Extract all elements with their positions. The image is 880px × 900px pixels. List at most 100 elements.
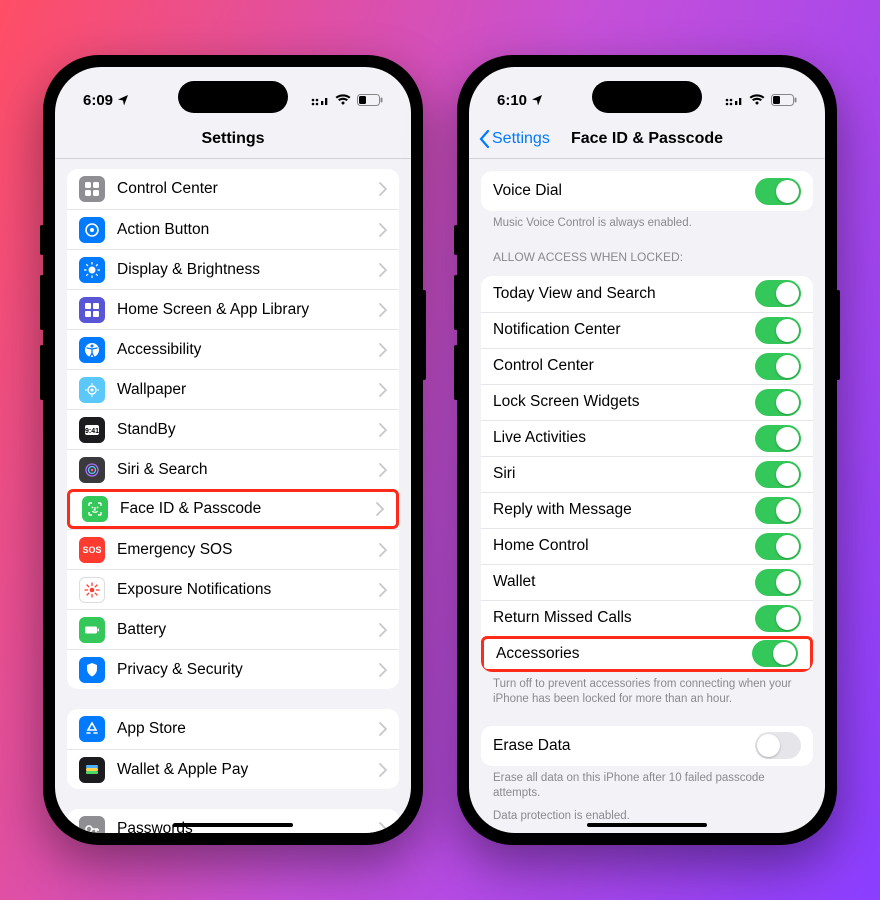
- toggle-switch[interactable]: [755, 353, 801, 380]
- settings-row-wallet-apple-pay[interactable]: Wallet & Apple Pay: [67, 749, 399, 789]
- settings-row-action-button[interactable]: Action Button: [67, 209, 399, 249]
- cellular-icon: [725, 94, 743, 106]
- appstore-icon: [79, 716, 105, 742]
- toggle-label: Wallet: [493, 573, 755, 591]
- navbar: Settings Face ID & Passcode: [469, 119, 825, 159]
- toggle-row-home-control: Home Control: [481, 528, 813, 564]
- chevron-right-icon: [379, 543, 387, 557]
- chevron-right-icon: [379, 263, 387, 277]
- row-label: Wallet & Apple Pay: [117, 761, 375, 779]
- chevron-right-icon: [376, 502, 384, 516]
- settings-row-display-brightness[interactable]: Display & Brightness: [67, 249, 399, 289]
- action-button-icon: [79, 217, 105, 243]
- display-icon: [79, 257, 105, 283]
- settings-row-accessibility[interactable]: Accessibility: [67, 329, 399, 369]
- settings-row-exposure-notifications[interactable]: Exposure Notifications: [67, 569, 399, 609]
- toggle-switch[interactable]: [755, 280, 801, 307]
- cellular-icon: [311, 94, 329, 106]
- chevron-right-icon: [379, 423, 387, 437]
- toggle-row-today-view-and-search: Today View and Search: [481, 276, 813, 312]
- row-label: App Store: [117, 720, 375, 738]
- status-time: 6:10: [497, 92, 527, 109]
- allow-access-group: Today View and Search Notification Center…: [481, 276, 813, 672]
- chevron-right-icon: [379, 343, 387, 357]
- settings-row-home-screen-app-library[interactable]: Home Screen & App Library: [67, 289, 399, 329]
- allow-access-header: ALLOW ACCESS WHEN LOCKED:: [469, 244, 825, 266]
- toggle-switch[interactable]: [755, 497, 801, 524]
- toggle-switch[interactable]: [755, 569, 801, 596]
- settings-row-standby[interactable]: 9:41StandBy: [67, 409, 399, 449]
- passwords-icon: [79, 816, 105, 833]
- toggle-switch[interactable]: [755, 389, 801, 416]
- battery-icon: [79, 617, 105, 643]
- back-button[interactable]: Settings: [479, 130, 550, 148]
- toggle-switch[interactable]: [752, 640, 798, 667]
- toggle-label: Today View and Search: [493, 285, 755, 303]
- page-title: Settings: [201, 130, 264, 148]
- voice-dial-toggle[interactable]: [755, 178, 801, 205]
- settings-row-face-id-passcode[interactable]: Face ID & Passcode: [67, 489, 399, 529]
- location-icon: [531, 94, 543, 106]
- row-label: Siri & Search: [117, 461, 375, 479]
- toggle-label: Lock Screen Widgets: [493, 393, 755, 411]
- wallpaper-icon: [79, 377, 105, 403]
- chevron-right-icon: [379, 763, 387, 777]
- toggle-label: Accessories: [496, 645, 752, 663]
- toggle-row-lock-screen-widgets: Lock Screen Widgets: [481, 384, 813, 420]
- dynamic-island: [592, 81, 702, 113]
- settings-row-battery[interactable]: Battery: [67, 609, 399, 649]
- chevron-right-icon: [379, 182, 387, 196]
- toggle-row-live-activities: Live Activities: [481, 420, 813, 456]
- chevron-right-icon: [379, 722, 387, 736]
- toggle-switch[interactable]: [755, 533, 801, 560]
- page-title: Face ID & Passcode: [571, 130, 723, 148]
- settings-row-control-center[interactable]: Control Center: [67, 169, 399, 209]
- home-indicator: [173, 823, 293, 827]
- settings-row-wallpaper[interactable]: Wallpaper: [67, 369, 399, 409]
- row-label: Accessibility: [117, 341, 375, 359]
- settings-row-privacy-security[interactable]: Privacy & Security: [67, 649, 399, 689]
- row-label: Exposure Notifications: [117, 581, 375, 599]
- toggle-row-siri: Siri: [481, 456, 813, 492]
- toggle-switch[interactable]: [755, 461, 801, 488]
- settings-list[interactable]: Control CenterAction ButtonDisplay & Bri…: [55, 159, 411, 833]
- toggle-label: Siri: [493, 465, 755, 483]
- siri-icon: [79, 457, 105, 483]
- dynamic-island: [178, 81, 288, 113]
- toggle-label: Live Activities: [493, 429, 755, 447]
- chevron-right-icon: [379, 822, 387, 833]
- erase-data-toggle[interactable]: [755, 732, 801, 759]
- toggle-label: Notification Center: [493, 321, 755, 339]
- toggle-row-reply-with-message: Reply with Message: [481, 492, 813, 528]
- faceid-settings-content[interactable]: Voice Dial Music Voice Control is always…: [469, 159, 825, 833]
- settings-row-passwords[interactable]: Passwords: [67, 809, 399, 833]
- toggle-label: Return Missed Calls: [493, 609, 755, 627]
- toggle-row-wallet: Wallet: [481, 564, 813, 600]
- chevron-right-icon: [379, 623, 387, 637]
- location-icon: [117, 94, 129, 106]
- row-label: Emergency SOS: [117, 541, 375, 559]
- sos-icon: SOS: [79, 537, 105, 563]
- wifi-icon: [335, 94, 351, 106]
- toggle-label: Reply with Message: [493, 501, 755, 519]
- voice-dial-row: Voice Dial: [481, 171, 813, 211]
- toggle-switch[interactable]: [755, 317, 801, 344]
- chevron-right-icon: [379, 663, 387, 677]
- settings-row-siri-search[interactable]: Siri & Search: [67, 449, 399, 489]
- settings-row-emergency-sos[interactable]: SOS Emergency SOS: [67, 529, 399, 569]
- settings-row-app-store[interactable]: App Store: [67, 709, 399, 749]
- row-label: Face ID & Passcode: [120, 500, 372, 518]
- erase-data-row: Erase Data: [481, 726, 813, 766]
- svg-text:9:41: 9:41: [85, 428, 99, 435]
- exposure-icon: [79, 577, 105, 603]
- toggle-switch[interactable]: [755, 425, 801, 452]
- toggle-switch[interactable]: [755, 605, 801, 632]
- chevron-right-icon: [379, 383, 387, 397]
- phone-left: 6:09 Settings Control CenterAction Butto…: [43, 55, 423, 845]
- erase-data-label: Erase Data: [493, 737, 755, 755]
- chevron-right-icon: [379, 303, 387, 317]
- voice-dial-label: Voice Dial: [493, 182, 755, 200]
- row-label: Wallpaper: [117, 381, 375, 399]
- faceid-icon: [82, 496, 108, 522]
- navbar: Settings: [55, 119, 411, 159]
